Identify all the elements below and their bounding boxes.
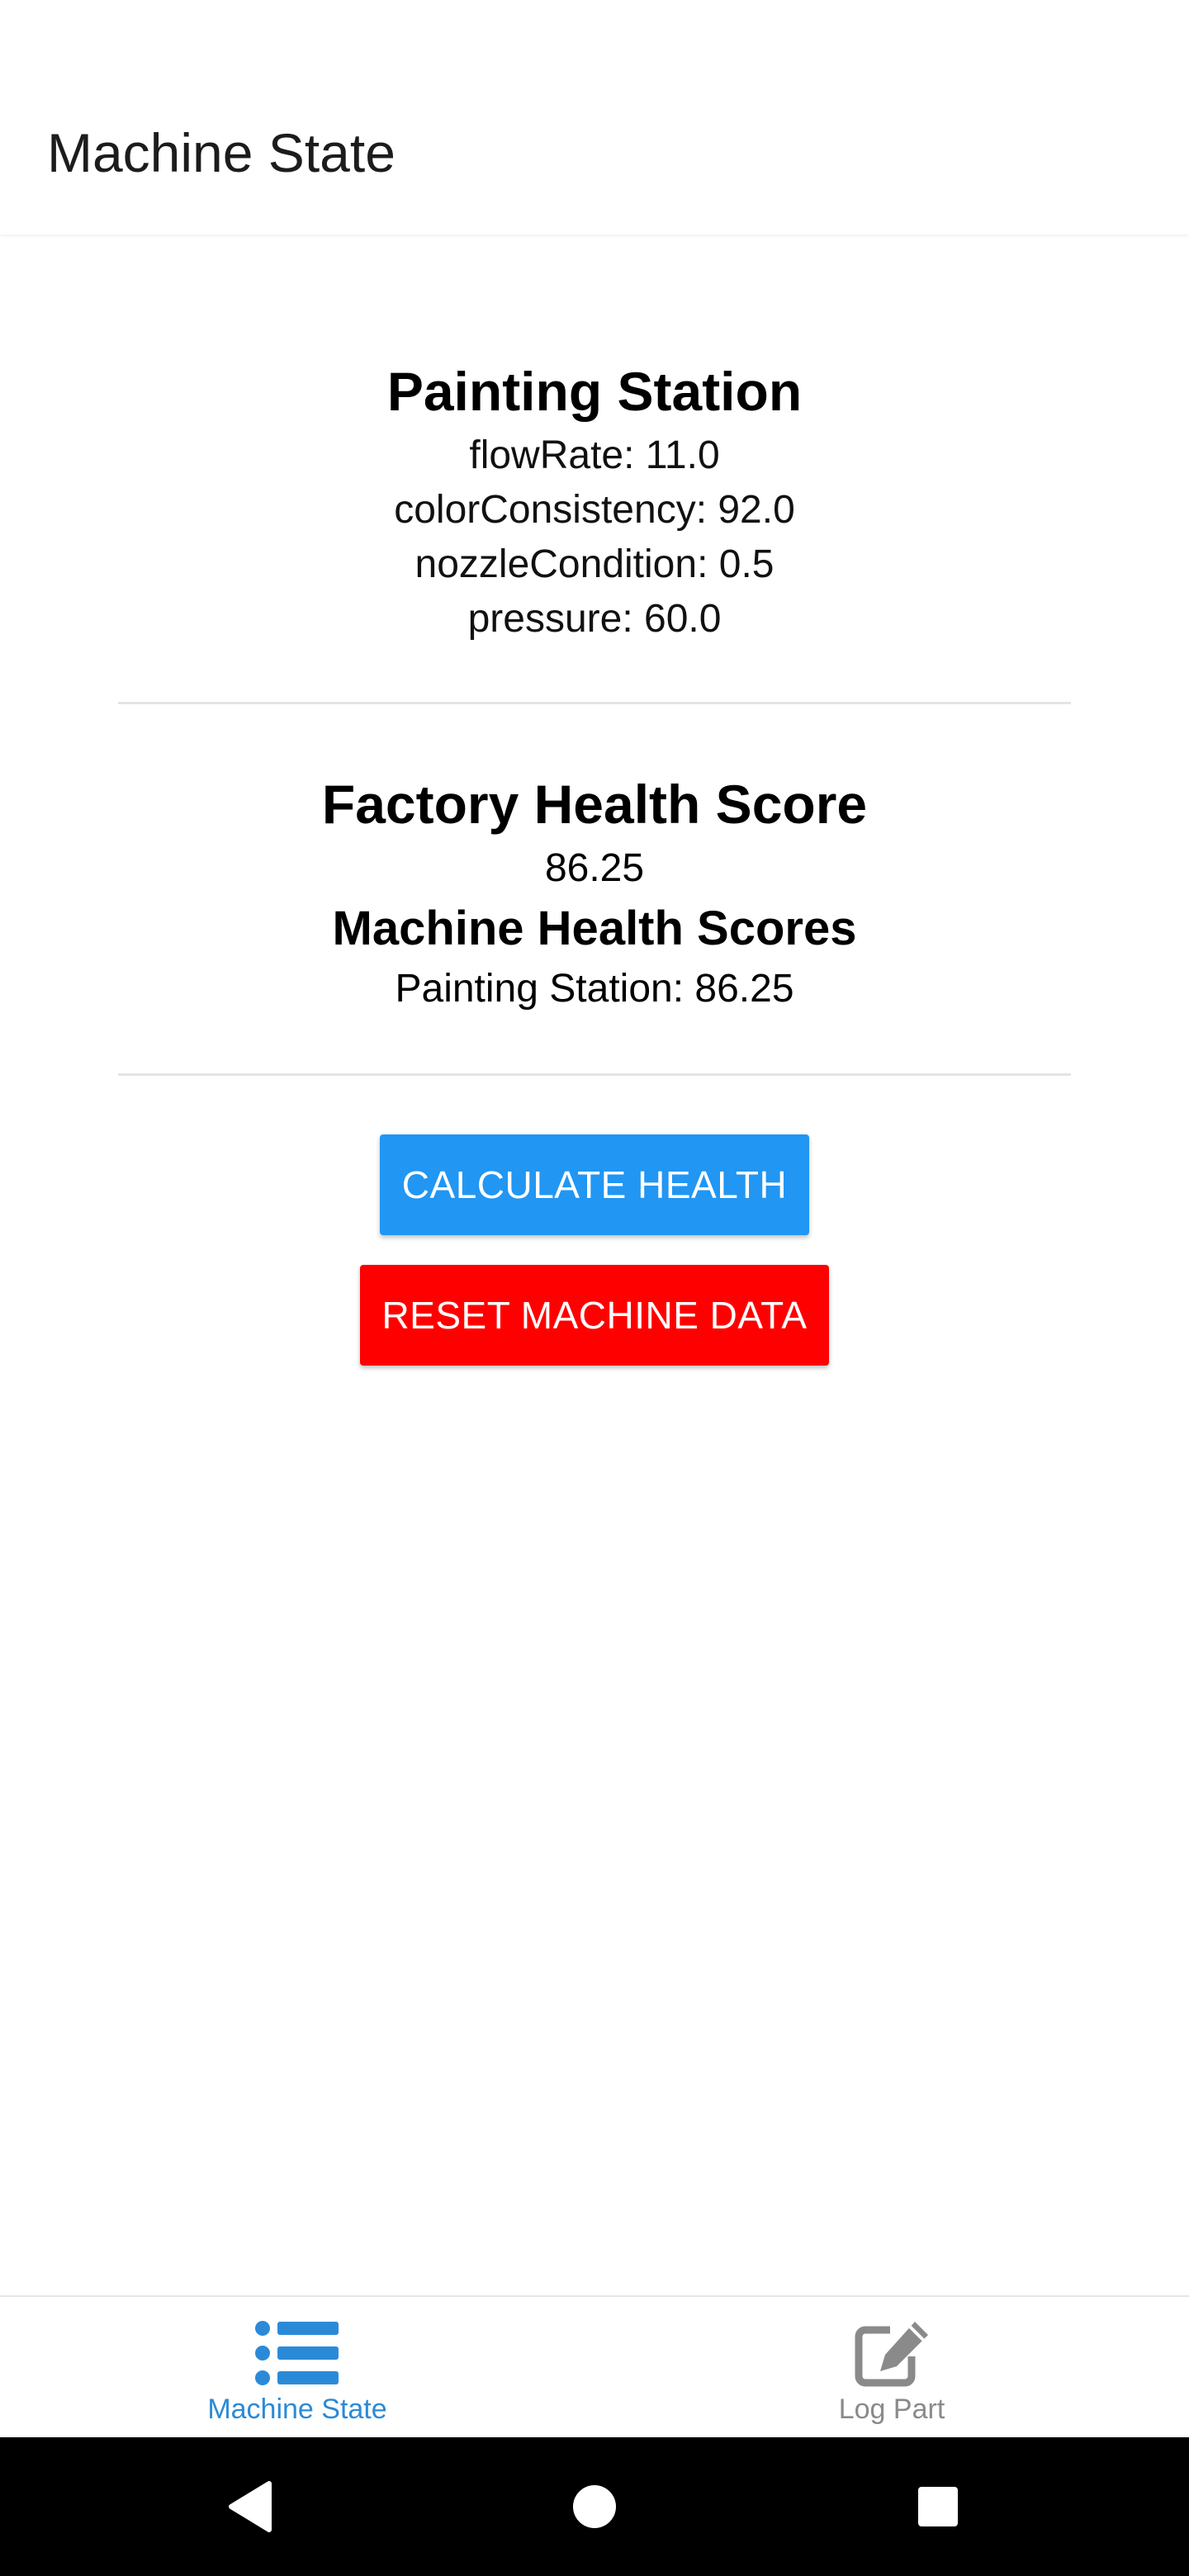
bottom-tab-bar: Machine State Log Part bbox=[0, 2295, 1189, 2437]
screen: Machine State Painting Station flowRate:… bbox=[0, 0, 1189, 2576]
page-title: Machine State bbox=[47, 122, 396, 183]
divider bbox=[118, 702, 1071, 704]
station-title: Painting Station bbox=[386, 361, 803, 422]
metric-flow-rate: flowRate: 11.0 bbox=[469, 433, 720, 477]
tab-machine-state[interactable]: Machine State bbox=[0, 2297, 594, 2439]
factory-health-value: 86.25 bbox=[544, 846, 645, 890]
machine-health-scores-title: Machine Health Scores bbox=[332, 902, 857, 955]
recents-icon[interactable] bbox=[872, 2437, 1004, 2576]
metric-nozzle-condition: nozzleCondition: 0.5 bbox=[414, 542, 775, 586]
system-nav-bar bbox=[0, 2437, 1189, 2576]
list-icon bbox=[255, 2321, 339, 2385]
divider bbox=[118, 1073, 1071, 1076]
metric-pressure: pressure: 60.0 bbox=[467, 597, 722, 641]
home-icon[interactable] bbox=[528, 2437, 661, 2576]
tab-label: Machine State bbox=[207, 2394, 387, 2425]
app-header: Machine State bbox=[0, 0, 1189, 234]
metric-color-consistency: colorConsistency: 92.0 bbox=[394, 488, 795, 532]
machine-score-row: Painting Station: 86.25 bbox=[395, 967, 794, 1011]
factory-health-title: Factory Health Score bbox=[321, 774, 868, 835]
tab-label: Log Part bbox=[838, 2394, 945, 2425]
edit-icon bbox=[855, 2322, 928, 2387]
reset-machine-data-button[interactable]: RESET MACHINE DATA bbox=[360, 1265, 829, 1366]
calculate-health-button[interactable]: CALCULATE HEALTH bbox=[380, 1134, 809, 1235]
tab-log-part[interactable]: Log Part bbox=[594, 2297, 1189, 2439]
back-icon[interactable] bbox=[183, 2437, 315, 2576]
